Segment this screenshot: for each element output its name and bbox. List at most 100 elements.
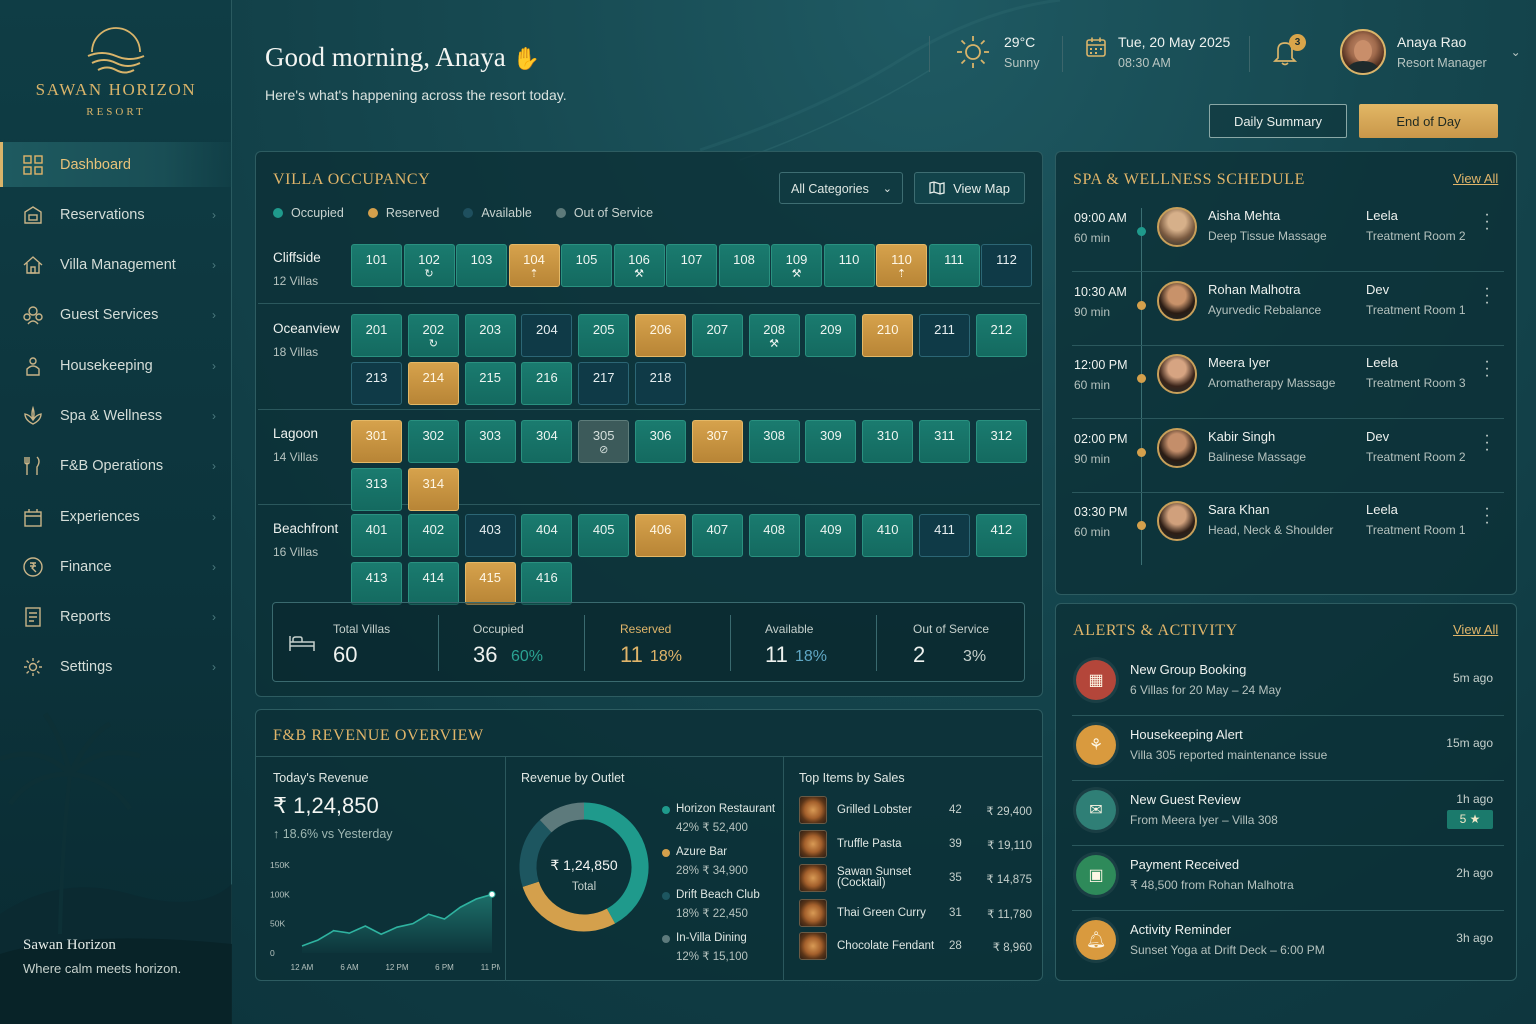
sidebar-item-finance[interactable]: Finance › bbox=[0, 544, 232, 589]
villa-tile[interactable]: 402 bbox=[407, 514, 459, 557]
sidebar-item-spa-wellness[interactable]: Spa & Wellness › bbox=[0, 393, 232, 438]
villa-tile[interactable]: 101 bbox=[351, 244, 402, 287]
villa-tile[interactable]: 215 bbox=[464, 362, 516, 405]
villa-tile[interactable]: 409 bbox=[805, 514, 857, 557]
more-options-icon[interactable]: · · · bbox=[1482, 354, 1492, 384]
user-menu[interactable]: Anaya Rao Resort Manager ⌄ bbox=[1340, 29, 1521, 75]
villa-tile[interactable]: 218 bbox=[635, 362, 686, 405]
villa-tile[interactable]: 308 bbox=[748, 420, 800, 463]
villa-tile[interactable]: 407 bbox=[691, 514, 743, 557]
villa-tile[interactable]: 103 bbox=[456, 244, 507, 287]
alert-row[interactable]: ✉ New Guest Review From Meera Iyer – Villa… bbox=[1072, 782, 1504, 846]
villa-tile[interactable]: 403 bbox=[464, 514, 516, 557]
villa-tile[interactable]: 104 ⇡ bbox=[508, 244, 560, 287]
villa-tile[interactable]: 204 bbox=[521, 314, 573, 357]
villa-tile[interactable]: 210 bbox=[862, 314, 914, 357]
sidebar-item-housekeeping[interactable]: Housekeeping › bbox=[0, 343, 232, 388]
sidebar-item-f-b-operations[interactable]: F&B Operations › bbox=[0, 444, 232, 489]
end-of-day-button[interactable]: End of Day bbox=[1359, 104, 1498, 138]
villa-tile[interactable]: 207 bbox=[691, 314, 743, 357]
villa-tile[interactable]: 309 bbox=[805, 420, 857, 463]
villa-tile[interactable]: 412 bbox=[975, 514, 1027, 557]
daily-summary-button[interactable]: Daily Summary bbox=[1209, 104, 1347, 138]
more-options-icon[interactable]: · · · bbox=[1482, 501, 1492, 531]
villa-tile[interactable]: 305 ⊘ bbox=[578, 420, 630, 463]
more-options-icon[interactable]: · · · bbox=[1482, 207, 1492, 237]
villa-tile[interactable]: 306 bbox=[635, 420, 686, 463]
alert-row[interactable]: ⚘ Housekeeping Alert Villa 305 reported ma… bbox=[1072, 717, 1504, 781]
villa-tile[interactable]: 212 bbox=[975, 314, 1027, 357]
villa-tile[interactable]: 408 bbox=[748, 514, 800, 557]
view-map-button[interactable]: View Map bbox=[914, 172, 1025, 204]
villa-tile[interactable]: 217 bbox=[578, 362, 630, 405]
villa-tile[interactable]: 301 bbox=[351, 420, 402, 463]
villa-tile[interactable]: 205 bbox=[578, 314, 630, 357]
villa-tile[interactable]: 102 ↻ bbox=[403, 244, 455, 287]
top-item-row[interactable]: Sawan Sunset (Cocktail) 35 ₹ 14,875 bbox=[799, 864, 1035, 894]
spa-appointment-row[interactable]: 09:00 AM 60 min Aisha Mehta Deep Tissue Mas… bbox=[1072, 199, 1504, 272]
villa-tile[interactable]: 108 bbox=[718, 244, 770, 287]
villa-tile[interactable]: 307 bbox=[691, 420, 743, 463]
alert-row[interactable]: ▦ New Group Booking 6 Villas for 20 May – … bbox=[1072, 652, 1504, 716]
villa-tile[interactable]: 302 bbox=[407, 420, 459, 463]
villa-tile[interactable]: 404 bbox=[521, 514, 573, 557]
villa-tile[interactable]: 109 ⚒ bbox=[771, 244, 822, 287]
villa-tile[interactable]: 310 bbox=[862, 420, 914, 463]
villa-tile[interactable]: 303 bbox=[464, 420, 516, 463]
villa-tile[interactable]: 112 bbox=[981, 244, 1032, 287]
villa-tile[interactable]: 406 bbox=[635, 514, 686, 557]
alert-row[interactable]: ▣ Payment Received ₹ 48,500 from Rohan Mal… bbox=[1072, 847, 1504, 911]
sidebar-item-guest-services[interactable]: Guest Services › bbox=[0, 293, 232, 338]
villa-tile[interactable]: 111 bbox=[928, 244, 980, 287]
villa-tile[interactable]: 214 bbox=[407, 362, 459, 405]
villa-tile[interactable]: 203 bbox=[464, 314, 516, 357]
sidebar-item-reports[interactable]: Reports › bbox=[0, 595, 232, 640]
villa-tile[interactable]: 107 bbox=[666, 244, 717, 287]
top-item-row[interactable]: Thai Green Curry 31 ₹ 11,780 bbox=[799, 899, 1035, 929]
spa-appointment-row[interactable]: 12:00 PM 60 min Meera Iyer Aromatherapy Mas… bbox=[1072, 346, 1504, 419]
villa-tile[interactable]: 209 bbox=[805, 314, 857, 357]
more-options-icon[interactable]: · · · bbox=[1482, 280, 1492, 310]
alert-row[interactable]: 🔔︎ Activity Reminder Sunset Yoga at Drift … bbox=[1072, 912, 1504, 976]
villa-tile[interactable]: 413 bbox=[351, 562, 402, 605]
villa-tile[interactable]: 304 bbox=[521, 420, 573, 463]
category-select[interactable]: All Categories ⌄ bbox=[779, 172, 903, 204]
villa-tile[interactable]: 211 bbox=[919, 314, 970, 357]
villa-tile[interactable]: 314 bbox=[407, 468, 459, 511]
villa-tile[interactable]: 410 bbox=[862, 514, 914, 557]
villa-tile[interactable]: 202 ↻ bbox=[407, 314, 459, 357]
villa-tile[interactable]: 414 bbox=[407, 562, 459, 605]
villa-tile[interactable]: 208 ⚒ bbox=[748, 314, 800, 357]
villa-tile[interactable]: 110 bbox=[823, 244, 875, 287]
villa-tile[interactable]: 313 bbox=[351, 468, 402, 511]
villa-tile[interactable]: 401 bbox=[351, 514, 402, 557]
villa-tile[interactable]: 216 bbox=[521, 362, 573, 405]
villa-tile[interactable]: 311 bbox=[919, 420, 970, 463]
alerts-view-all-link[interactable]: View All bbox=[1453, 622, 1498, 637]
sidebar-item-experiences[interactable]: Experiences › bbox=[0, 494, 232, 539]
villa-tile[interactable]: 206 bbox=[635, 314, 686, 357]
villa-tile[interactable]: 106 ⚒ bbox=[613, 244, 665, 287]
villa-tile[interactable]: 110 ⇡ bbox=[876, 244, 927, 287]
more-options-icon[interactable]: · · · bbox=[1482, 427, 1492, 457]
spa-view-all-link[interactable]: View All bbox=[1453, 171, 1498, 186]
top-item-row[interactable]: Chocolate Fendant 28 ₹ 8,960 bbox=[799, 932, 1035, 962]
spa-appointment-row[interactable]: 10:30 AM 90 min Rohan Malhotra Ayurvedic Re… bbox=[1072, 273, 1504, 346]
notifications-button[interactable]: 3 bbox=[1270, 34, 1306, 66]
villa-tile[interactable]: 201 bbox=[351, 314, 402, 357]
sidebar-item-settings[interactable]: Settings › bbox=[0, 645, 232, 690]
villa-tile[interactable]: 213 bbox=[351, 362, 402, 405]
sidebar-item-villa-management[interactable]: Villa Management › bbox=[0, 243, 232, 288]
villa-tile[interactable]: 105 bbox=[561, 244, 612, 287]
spa-appointment-row[interactable]: 03:30 PM 60 min Sara Khan Head, Neck & Shou… bbox=[1072, 493, 1504, 566]
villa-tile[interactable]: 411 bbox=[919, 514, 970, 557]
top-item-row[interactable]: Truffle Pasta 39 ₹ 19,110 bbox=[799, 830, 1035, 860]
villa-tile[interactable]: 405 bbox=[578, 514, 630, 557]
villa-tile[interactable]: 416 bbox=[521, 562, 573, 605]
sidebar-item-reservations[interactable]: Reservations › bbox=[0, 192, 232, 237]
sidebar-item-dashboard[interactable]: Dashboard bbox=[0, 142, 232, 187]
spa-appointment-row[interactable]: 02:00 PM 90 min Kabir Singh Balinese Massag… bbox=[1072, 420, 1504, 493]
top-item-row[interactable]: Grilled Lobster 42 ₹ 29,400 bbox=[799, 796, 1035, 826]
villa-tile[interactable]: 415 bbox=[464, 562, 516, 605]
villa-tile[interactable]: 312 bbox=[975, 420, 1027, 463]
